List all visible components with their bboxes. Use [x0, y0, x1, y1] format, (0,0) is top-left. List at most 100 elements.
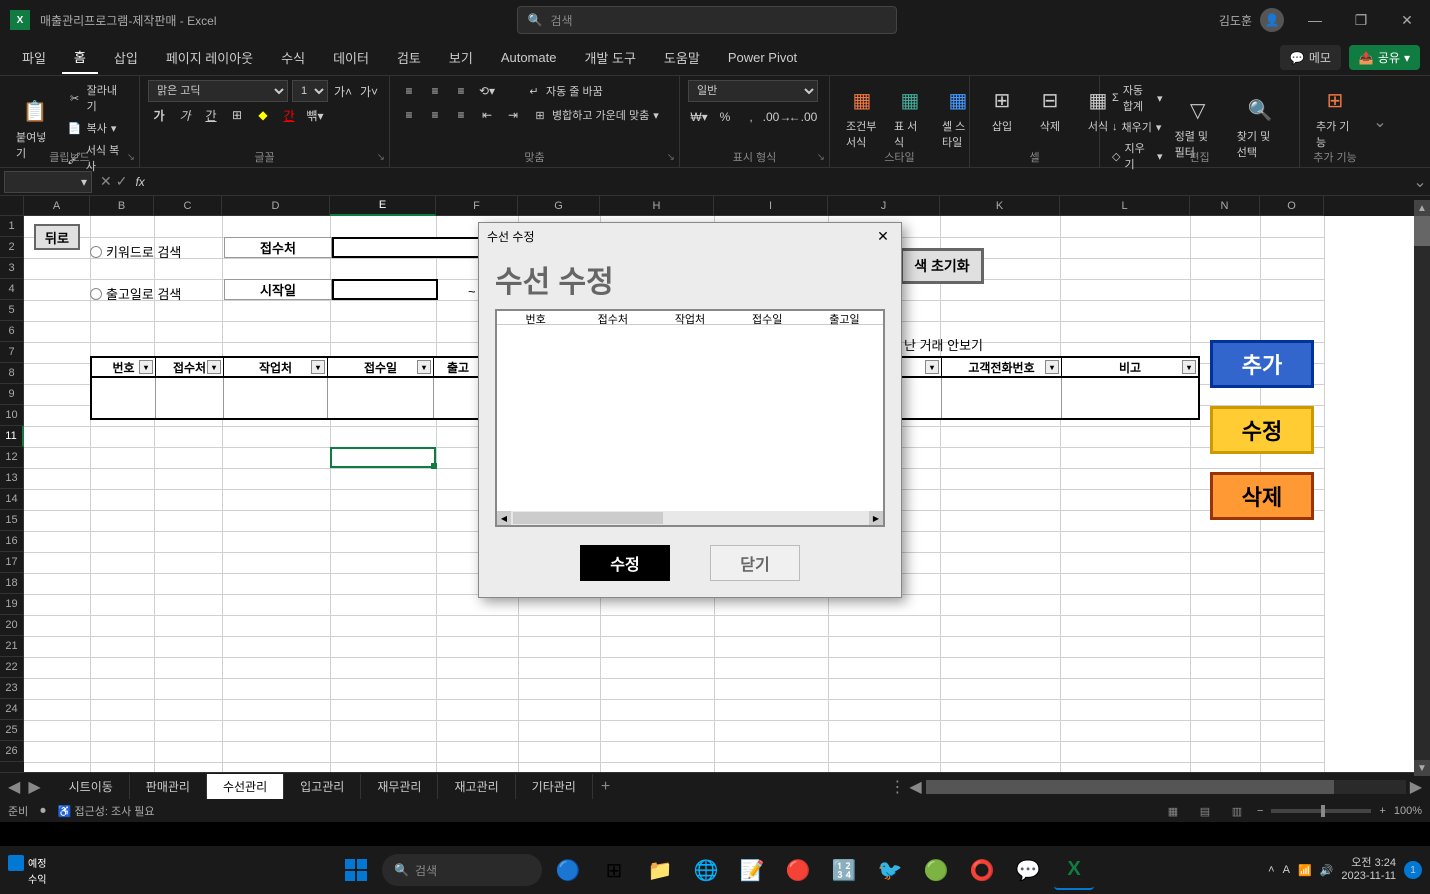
percent-button[interactable]: %: [714, 106, 736, 128]
explorer-icon[interactable]: 📁: [640, 850, 680, 890]
ribbon-tab-8[interactable]: Automate: [489, 44, 569, 71]
dialog-titlebar[interactable]: 수선 수정 ✕: [479, 223, 901, 249]
ribbon-tab-9[interactable]: 개발 도구: [572, 42, 647, 73]
filter-icon[interactable]: ▾: [207, 360, 221, 374]
row-header-13[interactable]: 13: [0, 468, 24, 489]
font-launcher-icon[interactable]: ↘: [377, 152, 385, 163]
th-phone[interactable]: 고객전화번호▾: [942, 358, 1062, 376]
row-header-2[interactable]: 2: [0, 237, 24, 258]
zoom-level[interactable]: 100%: [1394, 805, 1422, 817]
maximize-button[interactable]: ❐: [1338, 0, 1384, 40]
increase-decimal-button[interactable]: .00→: [766, 106, 788, 128]
ribbon-tab-6[interactable]: 검토: [385, 42, 433, 73]
search-box[interactable]: 🔍 검색: [517, 6, 897, 34]
fx-label[interactable]: fx: [135, 175, 144, 189]
wifi-icon[interactable]: 📶: [1298, 864, 1312, 877]
sheet-tab-0[interactable]: 시트이동: [53, 774, 130, 799]
language-indicator[interactable]: A: [1283, 864, 1290, 876]
align-center-button[interactable]: ≡: [424, 104, 446, 126]
scroll-down-icon[interactable]: ▼: [1414, 760, 1430, 776]
calculator-icon[interactable]: 🔢: [824, 850, 864, 890]
page-layout-button[interactable]: ▤: [1193, 802, 1217, 820]
back-button[interactable]: 뒤로: [34, 224, 80, 250]
table-row[interactable]: [90, 378, 484, 399]
ribbon-tab-1[interactable]: 홈: [62, 41, 98, 74]
border-button[interactable]: ⊞: [226, 104, 248, 126]
weather-widget[interactable]: 예정 수익: [8, 855, 46, 886]
font-name-select[interactable]: 맑은 고딕: [148, 80, 288, 102]
edit-button[interactable]: 수정: [1210, 406, 1314, 454]
sheet-tab-2[interactable]: 수선관리: [207, 774, 284, 799]
filter-icon[interactable]: ▾: [1182, 360, 1196, 374]
scroll-left-icon[interactable]: ◀: [909, 777, 921, 797]
row-header-3[interactable]: 3: [0, 258, 24, 279]
decrease-font-button[interactable]: 가˅: [358, 80, 380, 102]
task-view-icon[interactable]: ⊞: [594, 850, 634, 890]
wrap-text-button[interactable]: ↵자동 줄 바꿈: [522, 81, 607, 101]
italic-button[interactable]: 가: [174, 104, 196, 126]
table-row[interactable]: [900, 398, 1200, 420]
delete-button[interactable]: 삭제: [1210, 472, 1314, 520]
app-icon[interactable]: 🟢: [916, 850, 956, 890]
row-header-11[interactable]: 11: [0, 426, 24, 447]
insert-cells-button[interactable]: ⊞삽입: [978, 80, 1026, 138]
col-header-K[interactable]: K: [940, 196, 1060, 216]
chrome2-icon[interactable]: ⭕: [962, 850, 1002, 890]
dialog-horizontal-scrollbar[interactable]: ◀ ▶: [497, 511, 883, 525]
col-header-J[interactable]: J: [828, 196, 940, 216]
col-header-A[interactable]: A: [24, 196, 90, 216]
copilot-icon[interactable]: 🔵: [548, 850, 588, 890]
cond-format-button[interactable]: ▦조건부 서식: [838, 80, 886, 154]
table-row[interactable]: [900, 378, 1200, 399]
increase-indent-button[interactable]: ⇥: [502, 104, 524, 126]
volume-icon[interactable]: 🔊: [1320, 864, 1334, 877]
align-top-button[interactable]: ≡: [398, 80, 420, 102]
memo-button[interactable]: 💬 메모: [1280, 45, 1341, 70]
th-receipt[interactable]: 접수처▾: [156, 358, 224, 376]
excel-taskbar-icon[interactable]: X: [1054, 850, 1094, 890]
notepad-icon[interactable]: 📝: [732, 850, 772, 890]
filter-icon[interactable]: ▾: [139, 360, 153, 374]
formula-expand-button[interactable]: ⌄: [1410, 172, 1430, 192]
row-header-9[interactable]: 9: [0, 384, 24, 405]
row-header-10[interactable]: 10: [0, 405, 24, 426]
input-receipt[interactable]: [332, 237, 482, 258]
notification-badge[interactable]: 1: [1404, 861, 1422, 879]
clock[interactable]: 오전 3:24 2023-11-11: [1341, 857, 1396, 883]
page-break-button[interactable]: ▥: [1225, 802, 1249, 820]
ribbon-tab-5[interactable]: 데이터: [321, 42, 381, 73]
col-header-O[interactable]: O: [1260, 196, 1324, 216]
horizontal-scrollbar[interactable]: [926, 780, 1406, 794]
minimize-button[interactable]: —: [1292, 0, 1338, 40]
row-header-26[interactable]: 26: [0, 741, 24, 762]
filter-icon[interactable]: ▾: [417, 360, 431, 374]
clear-button[interactable]: ◇ 지우기 ▾: [1108, 138, 1167, 174]
th-release[interactable]: 출고: [434, 358, 482, 376]
ribbon-tab-4[interactable]: 수식: [269, 42, 317, 73]
clipboard-launcher-icon[interactable]: ↘: [127, 152, 135, 163]
align-middle-button[interactable]: ≡: [424, 80, 446, 102]
row-header-19[interactable]: 19: [0, 594, 24, 615]
row-header-21[interactable]: 21: [0, 636, 24, 657]
col-header-N[interactable]: N: [1190, 196, 1260, 216]
increase-font-button[interactable]: 가˄: [332, 80, 354, 102]
radio-keyword-search[interactable]: 키워드로 검색: [90, 242, 181, 261]
scroll-right-icon[interactable]: ▶: [869, 511, 883, 525]
row-header-16[interactable]: 16: [0, 531, 24, 552]
dialog-close-button[interactable]: ✕: [873, 226, 893, 246]
input-start-date[interactable]: [332, 279, 438, 300]
selected-cell[interactable]: [330, 447, 436, 468]
row-header-23[interactable]: 23: [0, 678, 24, 699]
dialog-edit-button[interactable]: 수정: [580, 545, 670, 581]
font-color-button[interactable]: 간: [278, 104, 300, 126]
vertical-scrollbar[interactable]: ▲ ▼: [1414, 200, 1430, 776]
add-button[interactable]: 추가: [1210, 340, 1314, 388]
kakaotalk-icon[interactable]: 💬: [1008, 850, 1048, 890]
col-header-F[interactable]: F: [436, 196, 518, 216]
autosum-button[interactable]: Σ 자동 합계 ▾: [1108, 80, 1167, 116]
ribbon-collapse-icon[interactable]: ⌄: [1370, 76, 1390, 167]
row-header-5[interactable]: 5: [0, 300, 24, 321]
sheet-tab-4[interactable]: 재무관리: [361, 774, 438, 799]
zoom-slider[interactable]: [1271, 809, 1371, 813]
col-header-I[interactable]: I: [714, 196, 828, 216]
